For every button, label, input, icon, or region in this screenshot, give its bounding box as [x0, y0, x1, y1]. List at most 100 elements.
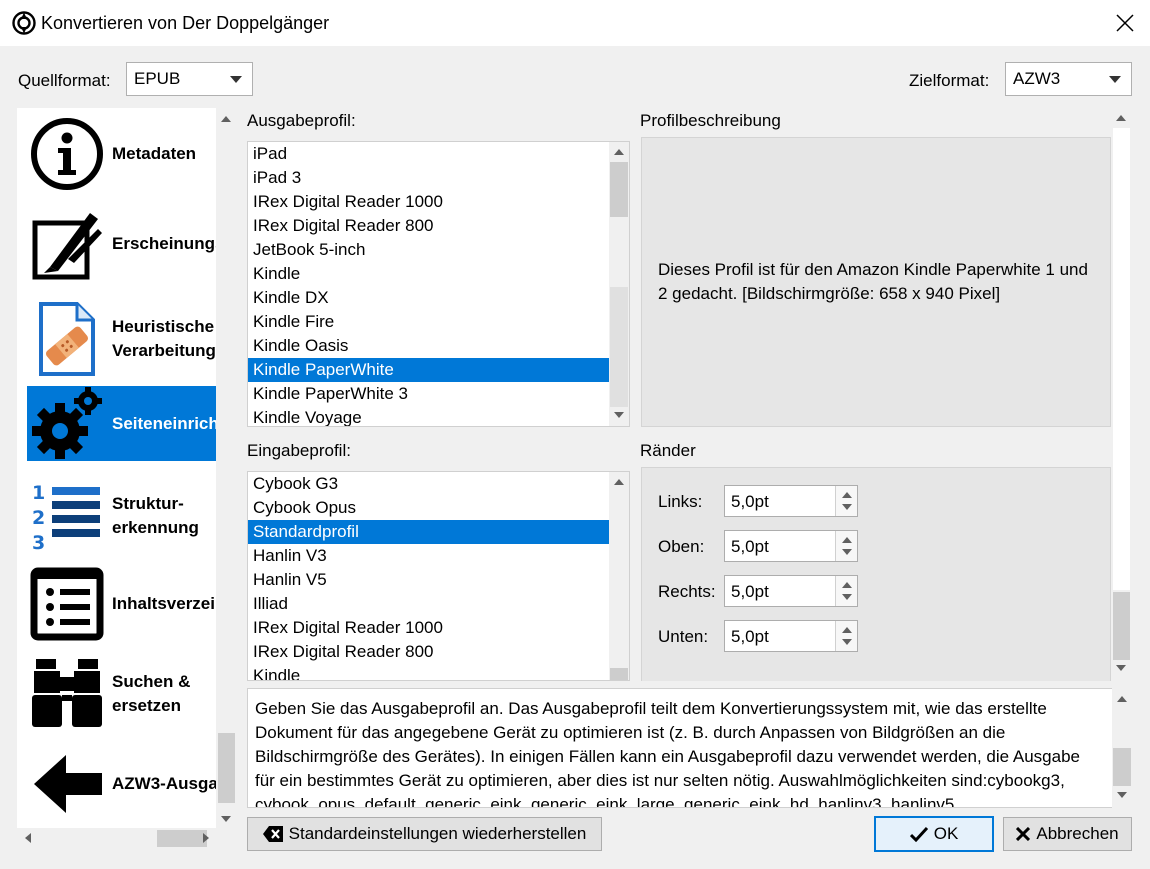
- x-icon: [1016, 827, 1031, 841]
- help-text-scrollbar[interactable]: [1112, 688, 1132, 808]
- increment-icon[interactable]: [842, 582, 852, 588]
- list-item[interactable]: Kindle: [248, 262, 610, 286]
- margin-top-spinbox[interactable]: 5,0pt: [724, 530, 858, 562]
- chevron-down-icon: [230, 76, 242, 83]
- margins-panel: [641, 467, 1111, 681]
- input-profile-scrollbar[interactable]: [609, 472, 629, 680]
- restore-defaults-button[interactable]: Standardeinstellungen wiederherstellen: [247, 817, 602, 851]
- output-profile-scroll-thumb[interactable]: [610, 162, 628, 217]
- arrow-left-icon: [27, 746, 107, 821]
- target-format-label-text: Zielformat:: [909, 71, 990, 90]
- help-text-scroll-thumb[interactable]: [1113, 748, 1131, 786]
- source-format-select[interactable]: EPUB: [126, 62, 253, 96]
- margin-right-stepper[interactable]: [835, 576, 857, 606]
- sidebar-horizontal-scrollbar[interactable]: [17, 828, 216, 849]
- ok-button[interactable]: OK: [874, 816, 994, 852]
- list-item[interactable]: iPad: [248, 142, 610, 166]
- margins-label-text: Ränder: [640, 441, 696, 460]
- margin-right-value: 5,0pt: [731, 582, 769, 601]
- list-item[interactable]: Kindle PaperWhite 3: [248, 382, 610, 406]
- options-vertical-scrollbar[interactable]: [1111, 108, 1132, 681]
- calibre-app-icon: [12, 11, 36, 35]
- binoculars-icon: [27, 656, 107, 731]
- list-item[interactable]: Kindle Voyage: [248, 406, 610, 426]
- scroll-right-arrow-icon: [203, 833, 209, 843]
- list-item[interactable]: Kindle DX: [248, 286, 610, 310]
- list-item[interactable]: Standardprofil: [248, 520, 610, 544]
- margin-left-stepper[interactable]: [835, 486, 857, 516]
- list-item[interactable]: Illiad: [248, 592, 610, 616]
- margin-top-label-text: Oben:: [658, 537, 705, 556]
- increment-icon[interactable]: [842, 492, 852, 498]
- increment-icon[interactable]: [842, 537, 852, 543]
- target-format-select[interactable]: AZW3: [1005, 62, 1132, 96]
- sidebar-item-label: Inhaltsverzei: [112, 593, 215, 613]
- sidebar-item-structure-detection[interactable]: 1 2 3 Struktur- erkennung: [27, 476, 216, 556]
- decrement-icon[interactable]: [842, 504, 852, 510]
- list-item[interactable]: Cybook Opus: [248, 496, 610, 520]
- sidebar-item-label: Struktur- erkennung: [112, 494, 199, 537]
- sidebar-item-azw3-output[interactable]: AZW3-Ausga: [27, 746, 216, 821]
- input-profile-list[interactable]: Cybook G3 Cybook Opus Standardprofil Hanlin…: [247, 471, 630, 681]
- margin-left-label-text: Links:: [658, 492, 703, 511]
- cancel-button[interactable]: Abbrechen: [1003, 817, 1132, 851]
- list-item[interactable]: Hanlin V3: [248, 544, 610, 568]
- sidebar-scroll-thumb[interactable]: [218, 733, 235, 803]
- list-item[interactable]: Hanlin V5: [248, 568, 610, 592]
- list-item[interactable]: IRex Digital Reader 800: [248, 214, 610, 238]
- sidebar-item-label: Erscheinungs: [112, 233, 216, 253]
- sidebar-item-look-and-feel[interactable]: Erscheinungs: [27, 206, 216, 281]
- source-format-label-text: Quellformat:: [18, 71, 111, 90]
- scroll-up-arrow-icon: [1117, 696, 1127, 702]
- output-profile-scrollbar[interactable]: [609, 142, 629, 426]
- margin-bottom-spinbox[interactable]: 5,0pt: [724, 620, 858, 652]
- checkmark-icon: [909, 826, 928, 842]
- sidebar-item-heuristics[interactable]: Heuristische Verarbeitung: [27, 296, 216, 381]
- list-item[interactable]: IRex Digital Reader 1000: [248, 616, 610, 640]
- input-profile-scroll-thumb[interactable]: [610, 668, 628, 680]
- scroll-up-arrow-icon: [221, 116, 231, 122]
- sidebar-item-metadata[interactable]: Metadaten: [27, 116, 216, 191]
- list-item[interactable]: Kindle Fire: [248, 310, 610, 334]
- output-profile-list[interactable]: iPad iPad 3 IRex Digital Reader 1000 IRex D…: [247, 141, 630, 427]
- margins-label: Ränder: [640, 441, 696, 461]
- list-item[interactable]: Kindle Oasis: [248, 334, 610, 358]
- sidebar-item-label: Suchen & ersetzen: [112, 671, 191, 715]
- sidebar-item-table-of-contents[interactable]: Inhaltsverzei: [27, 566, 216, 641]
- sidebar-item-search-replace[interactable]: Suchen & ersetzen: [27, 656, 216, 731]
- list-item[interactable]: iPad 3: [248, 166, 610, 190]
- sidebar-vertical-scrollbar[interactable]: [216, 108, 237, 828]
- scroll-down-arrow-icon: [614, 412, 624, 418]
- help-text: Geben Sie das Ausgabeprofil an. Das Ausg…: [255, 699, 1080, 808]
- decrement-icon[interactable]: [842, 639, 852, 645]
- margin-bottom-stepper[interactable]: [835, 621, 857, 651]
- source-format-label: Quellformat:: [18, 71, 111, 91]
- numbered-list-icon: 1 2 3: [27, 476, 107, 556]
- decrement-icon[interactable]: [842, 594, 852, 600]
- margin-bottom-label: Unten:: [658, 627, 708, 647]
- sidebar-hscroll-thumb[interactable]: [157, 830, 207, 847]
- options-scroll-thumb[interactable]: [1113, 128, 1130, 590]
- list-item[interactable]: Kindle: [248, 664, 610, 680]
- close-button[interactable]: [1100, 0, 1150, 46]
- sidebar-item-page-setup[interactable]: Seiteneinrich: [27, 386, 216, 461]
- help-text-box[interactable]: Geben Sie das Ausgabeprofil an. Das Ausg…: [247, 688, 1113, 808]
- ok-label: OK: [933, 824, 959, 843]
- margin-right-spinbox[interactable]: 5,0pt: [724, 575, 858, 607]
- clear-icon: [262, 826, 283, 842]
- sidebar-item-label: Heuristische Verarbeitung: [112, 316, 216, 360]
- margin-left-spinbox[interactable]: 5,0pt: [724, 485, 858, 517]
- list-item[interactable]: IRex Digital Reader 800: [248, 640, 610, 664]
- list-item[interactable]: IRex Digital Reader 1000: [248, 190, 610, 214]
- margin-bottom-label-text: Unten:: [658, 627, 709, 646]
- svg-text:2: 2: [32, 507, 45, 529]
- margin-top-stepper[interactable]: [835, 531, 857, 561]
- increment-icon[interactable]: [842, 627, 852, 633]
- list-item[interactable]: Kindle PaperWhite: [248, 358, 610, 382]
- decrement-icon[interactable]: [842, 549, 852, 555]
- list-item[interactable]: Cybook G3: [248, 472, 610, 496]
- source-format-value: EPUB: [134, 69, 181, 88]
- list-item[interactable]: JetBook 5-inch: [248, 238, 610, 262]
- cancel-label: Abbrechen: [1036, 824, 1119, 843]
- restore-defaults-label: Standardeinstellungen wiederherstellen: [288, 824, 587, 843]
